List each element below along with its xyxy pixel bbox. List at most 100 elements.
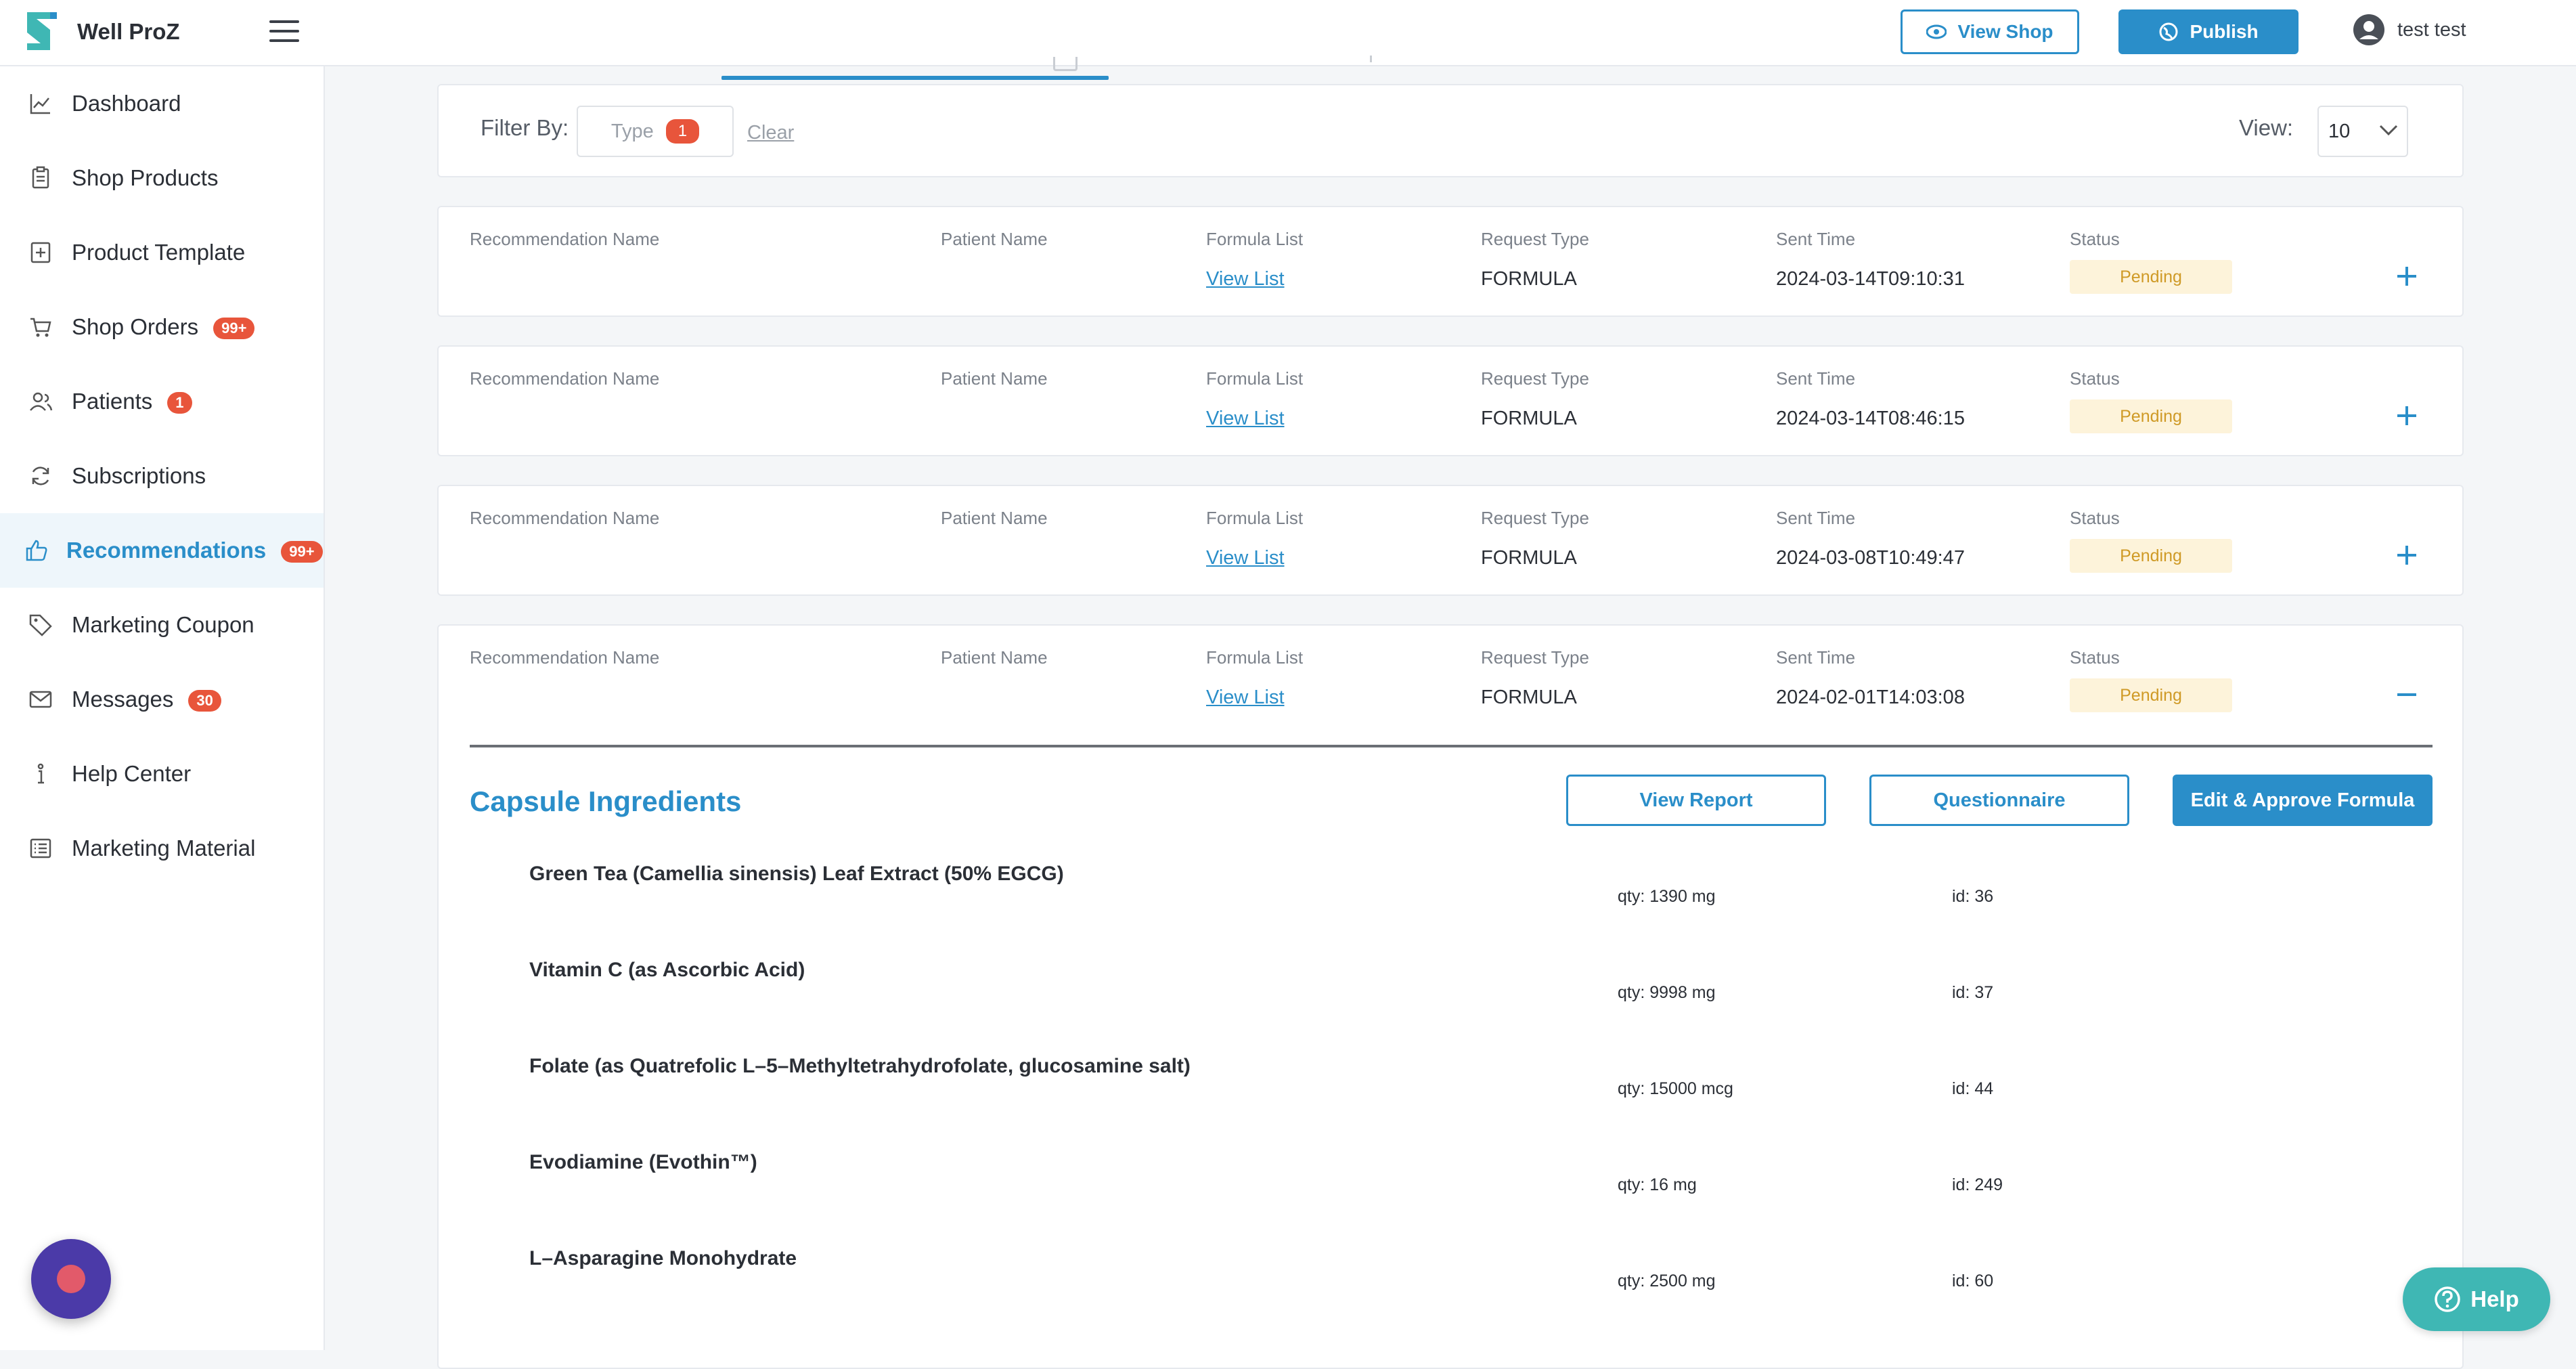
chat-launcher-button[interactable] bbox=[31, 1239, 111, 1319]
type-filter[interactable]: Type 1 bbox=[577, 106, 734, 157]
ingredient-name: Evodiamine (Evothin™) bbox=[529, 1151, 757, 1173]
sidebar-item-marketing-coupon[interactable]: Marketing Coupon bbox=[0, 588, 324, 662]
tag-icon bbox=[29, 614, 52, 636]
menu-toggle-icon[interactable] bbox=[269, 20, 299, 43]
thumbs-up-icon bbox=[26, 540, 47, 561]
request-type: FORMULA bbox=[1481, 547, 1577, 569]
page-size-select[interactable]: 10 bbox=[2317, 106, 2408, 157]
sidebar-item-messages[interactable]: Messages 30 bbox=[0, 662, 324, 737]
col-header-sent-time: Sent Time bbox=[1776, 647, 1856, 668]
chart-line-icon bbox=[30, 94, 50, 114]
sidebar-item-label: Product Template bbox=[72, 240, 246, 265]
recommendations-count-badge: 99+ bbox=[281, 541, 323, 563]
top-bar: Well ProZ View Shop Publish test test bbox=[0, 0, 2576, 66]
recommendation-card: Recommendation Name Patient Name Formula… bbox=[437, 485, 2464, 596]
type-filter-label: Type bbox=[610, 120, 654, 142]
sidebar-item-label-group: Shop Orders 99+ bbox=[72, 314, 255, 340]
expand-plus-icon[interactable] bbox=[2393, 542, 2420, 569]
sidebar-item-label: Recommendations bbox=[66, 538, 267, 563]
sent-time: 2024-03-14T08:46:15 bbox=[1776, 408, 1965, 429]
sidebar-item-label: Help Center bbox=[72, 761, 192, 786]
col-header-request-type: Request Type bbox=[1481, 229, 1589, 249]
sidebar-item-product-template[interactable]: Product Template bbox=[0, 215, 324, 290]
col-header-sent-time: Sent Time bbox=[1776, 229, 1856, 249]
sent-time: 2024-02-01T14:03:08 bbox=[1776, 687, 1965, 708]
col-header-status: Status bbox=[2070, 368, 2120, 389]
filter-label: Filter By: bbox=[481, 115, 569, 140]
col-header-request-type: Request Type bbox=[1481, 647, 1589, 668]
sidebar-item-patients[interactable]: Patients 1 bbox=[0, 364, 324, 439]
sidebar-item-label: Messages bbox=[72, 687, 174, 712]
publish-button[interactable]: Publish bbox=[2118, 9, 2299, 54]
sidebar-item-shop-products[interactable]: Shop Products bbox=[0, 141, 324, 215]
sent-time: 2024-03-08T10:49:47 bbox=[1776, 547, 1965, 569]
sidebar-item-label-group: Messages 30 bbox=[72, 687, 221, 712]
ingredient-name: Folate (as Quatrefolic L–5–Methyltetrahy… bbox=[529, 1055, 1191, 1077]
avatar-icon bbox=[2353, 14, 2384, 45]
type-filter-count-badge: 1 bbox=[665, 119, 700, 144]
sidebar-item-shop-orders[interactable]: Shop Orders 99+ bbox=[0, 290, 324, 364]
edit-approve-formula-button[interactable]: Edit & Approve Formula bbox=[2173, 775, 2433, 826]
ingredient-name: Green Tea (Camellia sinensis) Leaf Extra… bbox=[529, 863, 1064, 885]
view-list-link[interactable]: View List bbox=[1206, 268, 1285, 290]
plus-box-icon bbox=[30, 242, 51, 263]
status-badge: Pending bbox=[2070, 260, 2232, 294]
globe-icon bbox=[2159, 22, 2178, 41]
mail-icon bbox=[29, 691, 52, 708]
ingredient-id: id: 37 bbox=[1952, 983, 1994, 1002]
sidebar-item-recommendations[interactable]: Recommendations 99+ bbox=[0, 513, 324, 588]
user-name: test test bbox=[2397, 18, 2466, 41]
clear-filter-link[interactable]: Clear bbox=[747, 122, 794, 144]
sidebar-item-help-center[interactable]: Help Center bbox=[0, 737, 324, 811]
sidebar-item-dashboard[interactable]: Dashboard bbox=[0, 66, 324, 141]
request-type: FORMULA bbox=[1481, 408, 1577, 429]
recommendation-card-expanded: Recommendation Name Patient Name Formula… bbox=[437, 624, 2464, 1369]
view-list-link[interactable]: View List bbox=[1206, 408, 1285, 430]
brand[interactable]: Well ProZ bbox=[23, 9, 180, 54]
ingredient-qty: qty: 1390 mg bbox=[1618, 887, 1716, 906]
collapse-minus-icon[interactable] bbox=[2393, 681, 2420, 708]
messages-count-badge: 30 bbox=[188, 690, 221, 712]
col-header-recommendation-name: Recommendation Name bbox=[470, 229, 660, 249]
request-type: FORMULA bbox=[1481, 268, 1577, 290]
sidebar-item-label: Subscriptions bbox=[72, 463, 206, 488]
col-header-patient-name: Patient Name bbox=[941, 508, 1048, 528]
sidebar-item-label: Marketing Coupon bbox=[72, 612, 254, 637]
sent-time: 2024-03-14T09:10:31 bbox=[1776, 268, 1965, 290]
ingredient-id: id: 249 bbox=[1952, 1175, 2003, 1194]
view-shop-button[interactable]: View Shop bbox=[1901, 9, 2079, 54]
sidebar-item-label-group: Recommendations 99+ bbox=[66, 538, 323, 563]
patients-count-badge: 1 bbox=[167, 392, 192, 414]
ingredient-id: id: 60 bbox=[1952, 1272, 1994, 1290]
col-header-status: Status bbox=[2070, 647, 2120, 668]
view-shop-label: View Shop bbox=[1957, 21, 2053, 42]
ingredient-qty: qty: 16 mg bbox=[1618, 1175, 1697, 1194]
sidebar-item-label: Dashboard bbox=[72, 91, 181, 116]
col-header-recommendation-name: Recommendation Name bbox=[470, 368, 660, 389]
help-button[interactable]: Help bbox=[2403, 1267, 2550, 1331]
col-header-patient-name: Patient Name bbox=[941, 647, 1048, 668]
ingredient-qty: qty: 9998 mg bbox=[1618, 983, 1716, 1002]
record-dot-icon bbox=[57, 1265, 85, 1293]
page-size-value: 10 bbox=[2328, 121, 2351, 142]
users-icon bbox=[30, 392, 53, 411]
sidebar: Dashboard Shop Products Product Template… bbox=[0, 66, 325, 1350]
user-menu[interactable]: test test bbox=[2353, 14, 2466, 46]
section-divider bbox=[470, 745, 2433, 747]
sidebar-item-label: Patients bbox=[72, 389, 153, 414]
sidebar-item-marketing-material[interactable]: Marketing Material bbox=[0, 811, 324, 886]
col-header-formula-list: Formula List bbox=[1206, 647, 1304, 668]
cart-icon bbox=[30, 318, 51, 337]
expand-plus-icon[interactable] bbox=[2393, 263, 2420, 290]
questionnaire-button[interactable]: Questionnaire bbox=[1869, 775, 2129, 826]
expand-plus-icon[interactable] bbox=[2393, 402, 2420, 429]
view-report-button[interactable]: View Report bbox=[1566, 775, 1826, 826]
sidebar-item-subscriptions[interactable]: Subscriptions bbox=[0, 439, 324, 513]
tab-indicator-fragment bbox=[1370, 56, 1377, 62]
view-list-link[interactable]: View List bbox=[1206, 687, 1285, 709]
filter-bar: Filter By: Type 1 Clear View: 10 bbox=[437, 84, 2464, 177]
publish-label: Publish bbox=[2190, 21, 2259, 42]
view-list-link[interactable]: View List bbox=[1206, 547, 1285, 569]
status-badge: Pending bbox=[2070, 399, 2232, 433]
chevron-down-icon bbox=[2379, 125, 2398, 136]
